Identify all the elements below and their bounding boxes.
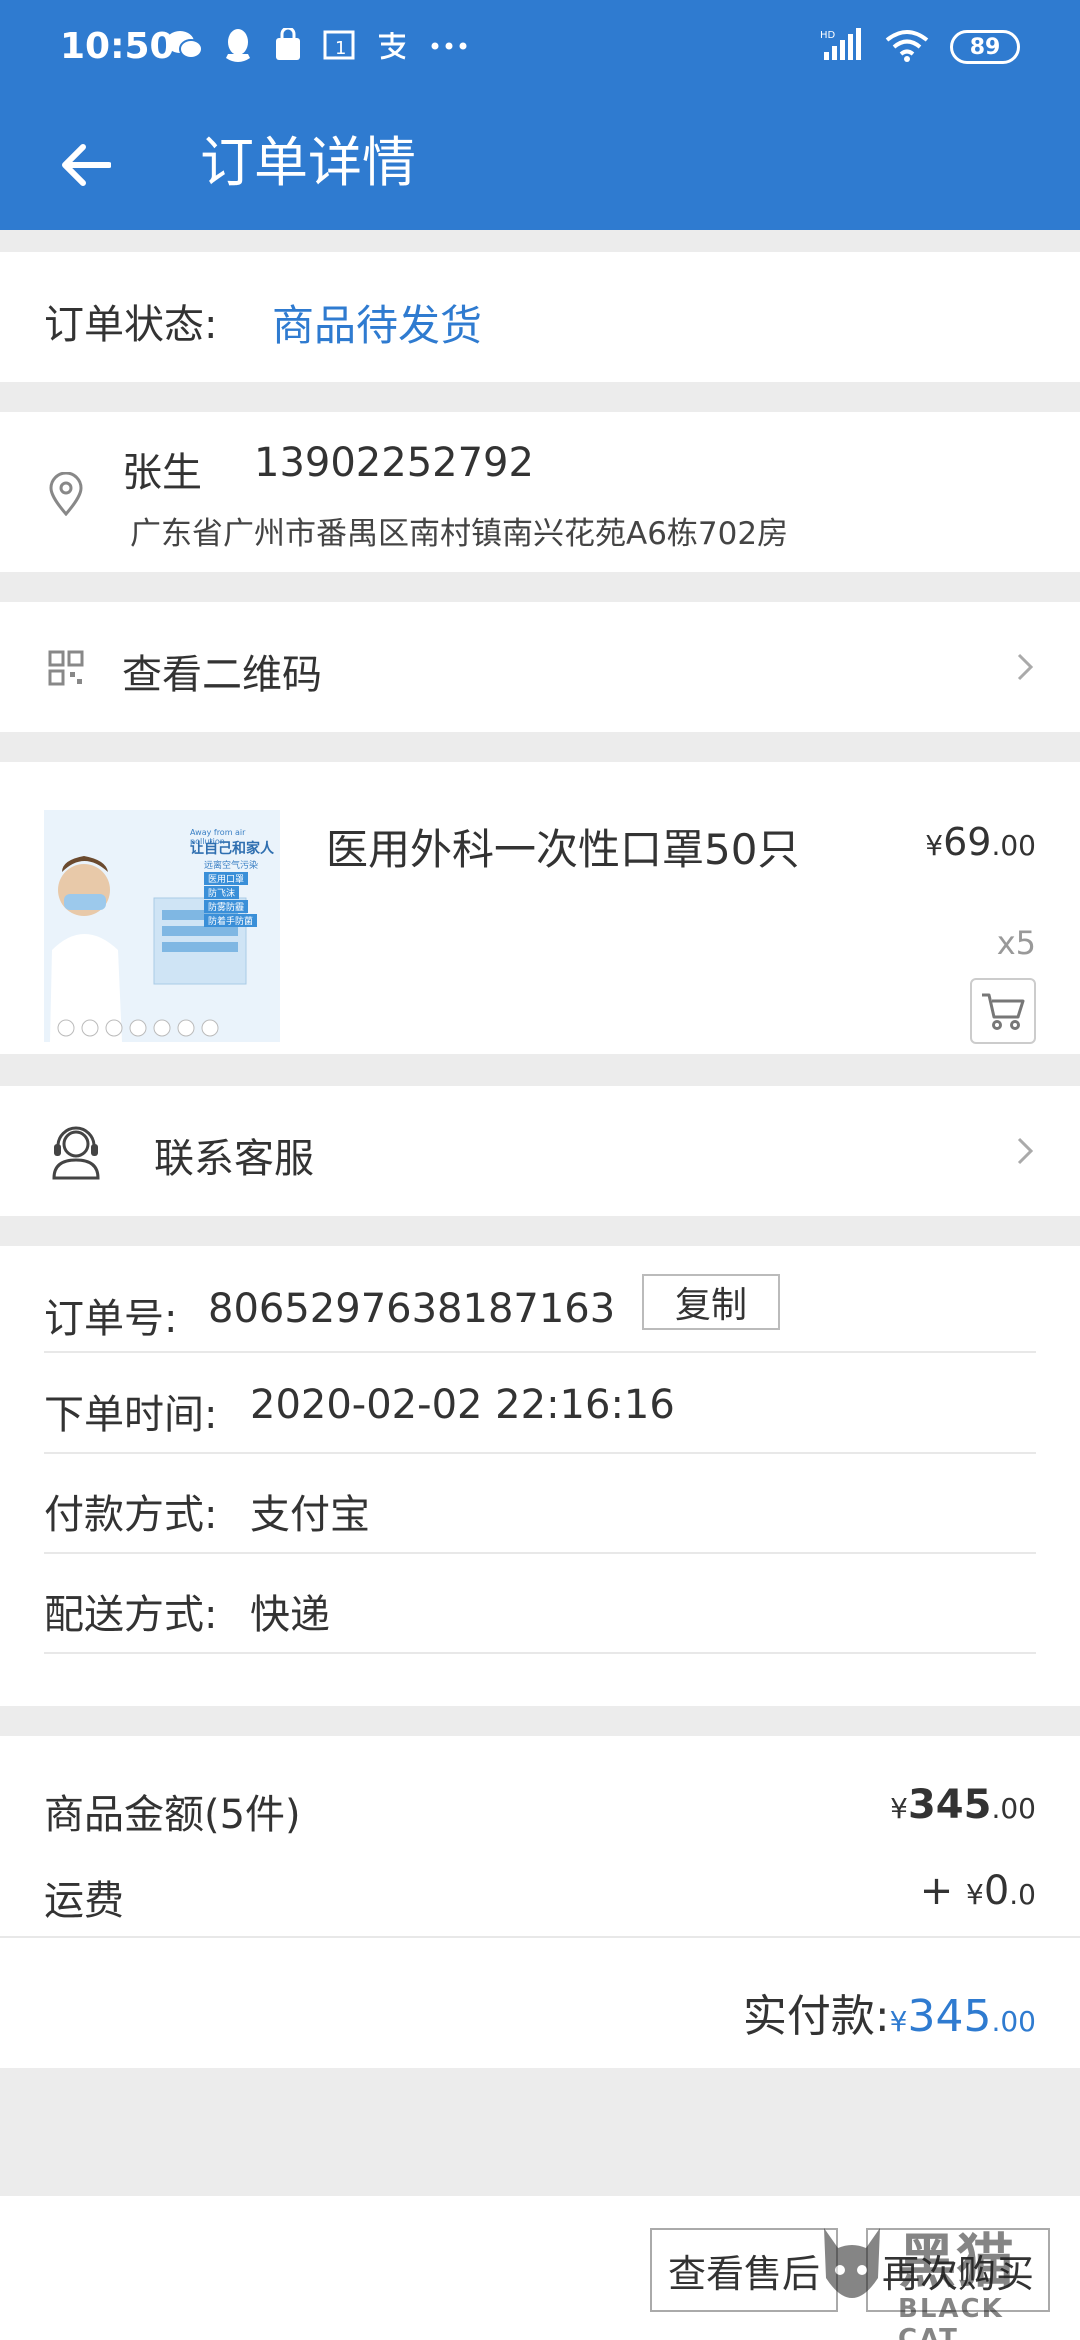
bag-icon xyxy=(273,26,303,73)
delivery-method-label: 配送方式: xyxy=(44,1592,218,1638)
freight-label: 运费 xyxy=(44,1878,124,1924)
delivery-method: 快递 xyxy=(250,1592,330,1638)
freight-decimal: .0 xyxy=(1009,1878,1036,1911)
product-name[interactable]: 医用外科一次性口罩50只 xyxy=(326,816,799,877)
add-to-cart-button[interactable] xyxy=(970,978,1036,1044)
thumb-tag-1: 医用口罩 xyxy=(204,872,249,885)
notification-icons: 1 xyxy=(165,26,469,73)
goods-symbol: ¥ xyxy=(890,1792,908,1825)
customer-service-label: 联系客服 xyxy=(154,1136,314,1182)
customer-service-icon xyxy=(52,1126,100,1180)
product-thumbnail[interactable]: Away from air pollution 让自己和家人 远离空气污染 医用… xyxy=(44,810,280,1042)
order-number: 8065297638187163 xyxy=(208,1286,616,1332)
divider xyxy=(0,1936,1080,1938)
status-time: 10:50 xyxy=(60,26,175,67)
back-button[interactable] xyxy=(50,130,120,200)
freight-symbol: ¥ xyxy=(966,1878,984,1911)
product-quantity: x5 xyxy=(996,924,1036,962)
goods-int: 345 xyxy=(907,1782,992,1828)
order-time: 2020-02-02 22:16:16 xyxy=(250,1382,675,1428)
svg-text:1: 1 xyxy=(335,38,346,59)
customer-service-row[interactable]: 联系客服 xyxy=(0,1086,1080,1216)
svg-text:HD: HD xyxy=(820,30,836,41)
price-decimal: .00 xyxy=(991,829,1036,862)
price-symbol: ¥ xyxy=(925,829,944,862)
thumb-tag-4: 防着手防菌 xyxy=(204,914,258,927)
payment-method: 支付宝 xyxy=(250,1492,370,1538)
divider xyxy=(44,1452,1036,1454)
product-section: Away from air pollution 让自己和家人 远离空气污染 医用… xyxy=(0,762,1080,1054)
thumb-caption-2: 远离空气污染 xyxy=(204,861,259,871)
page-title: 订单详情 xyxy=(200,131,416,194)
chevron-right-icon xyxy=(1017,653,1034,681)
goods-amount: ¥345.00 xyxy=(890,1782,1036,1828)
battery-indicator: 89 xyxy=(950,30,1020,64)
status-right: HD 89 xyxy=(820,28,1020,66)
goods-amount-label: 商品金额(5件) xyxy=(44,1792,301,1838)
more-icon xyxy=(429,28,469,73)
signal-icon: HD xyxy=(820,28,864,66)
paid-symbol: ¥ xyxy=(889,2005,908,2038)
recipient-name: 张生 xyxy=(122,450,202,496)
cart-icon xyxy=(982,993,1025,1030)
freight-prefix: + xyxy=(919,1868,966,1914)
paid-int: 345 xyxy=(907,1991,992,2042)
order-number-label: 订单号: xyxy=(44,1296,178,1342)
rebuy-button[interactable]: 再次购买 xyxy=(866,2228,1050,2312)
price-int: 69 xyxy=(943,820,992,864)
status-bar: 10:50 1 HD 89 xyxy=(0,0,1080,100)
recipient-phone: 13902252792 xyxy=(254,440,534,486)
divider xyxy=(44,1652,1036,1654)
amount-section: 商品金额(5件) ¥345.00 运费 + ¥0.0 实付款:¥345.00 xyxy=(0,1736,1080,2068)
order-status-value: 商品待发货 xyxy=(272,301,483,350)
qrcode-icon xyxy=(48,650,84,686)
qrcode-label: 查看二维码 xyxy=(122,652,322,698)
order-status-label: 订单状态: xyxy=(44,302,218,348)
alipay-icon xyxy=(375,28,409,73)
thumb-tag-3: 防雾防霾 xyxy=(204,900,249,913)
copy-order-number-button[interactable]: 复制 xyxy=(642,1274,780,1330)
divider xyxy=(44,1351,1036,1353)
thumb-caption-1: 让自己和家人 xyxy=(190,841,274,857)
recipient-address: 广东省广州市番禺区南村镇南兴花苑A6栋702房 xyxy=(130,516,789,552)
address-section: 张生 13902252792 广东省广州市番禺区南村镇南兴花苑A6栋702房 xyxy=(0,412,1080,572)
divider xyxy=(44,1552,1036,1554)
paid-amount-row: 实付款:¥345.00 xyxy=(743,1980,1036,2044)
product-price: ¥69.00 xyxy=(925,820,1036,864)
wechat-icon xyxy=(165,28,203,73)
chevron-right-icon xyxy=(1017,1137,1034,1165)
order-info-section: 订单号: 8065297638187163 下单时间: 2020-02-02 2… xyxy=(0,1246,1080,1706)
paid-label: 实付款: xyxy=(742,1991,890,2042)
payment-method-label: 付款方式: xyxy=(44,1492,218,1538)
goods-decimal: .00 xyxy=(991,1792,1036,1825)
qq-icon xyxy=(223,28,253,73)
freight-amount: + ¥0.0 xyxy=(920,1868,1036,1914)
paid-decimal: .00 xyxy=(991,2005,1036,2038)
view-after-sale-button[interactable]: 查看售后 xyxy=(650,2228,838,2312)
qrcode-row[interactable]: 查看二维码 xyxy=(0,602,1080,732)
freight-int: 0 xyxy=(983,1868,1010,1914)
calendar-icon: 1 xyxy=(323,28,355,73)
order-time-label: 下单时间: xyxy=(44,1392,218,1438)
location-pin-icon xyxy=(49,472,83,516)
arrow-left-icon xyxy=(62,144,111,186)
thumb-tag-2: 防飞沫 xyxy=(204,886,240,899)
order-status-section: 订单状态: 商品待发货 xyxy=(0,252,1080,382)
app-bar: 订单详情 xyxy=(0,100,1080,230)
wifi-icon xyxy=(884,28,930,66)
